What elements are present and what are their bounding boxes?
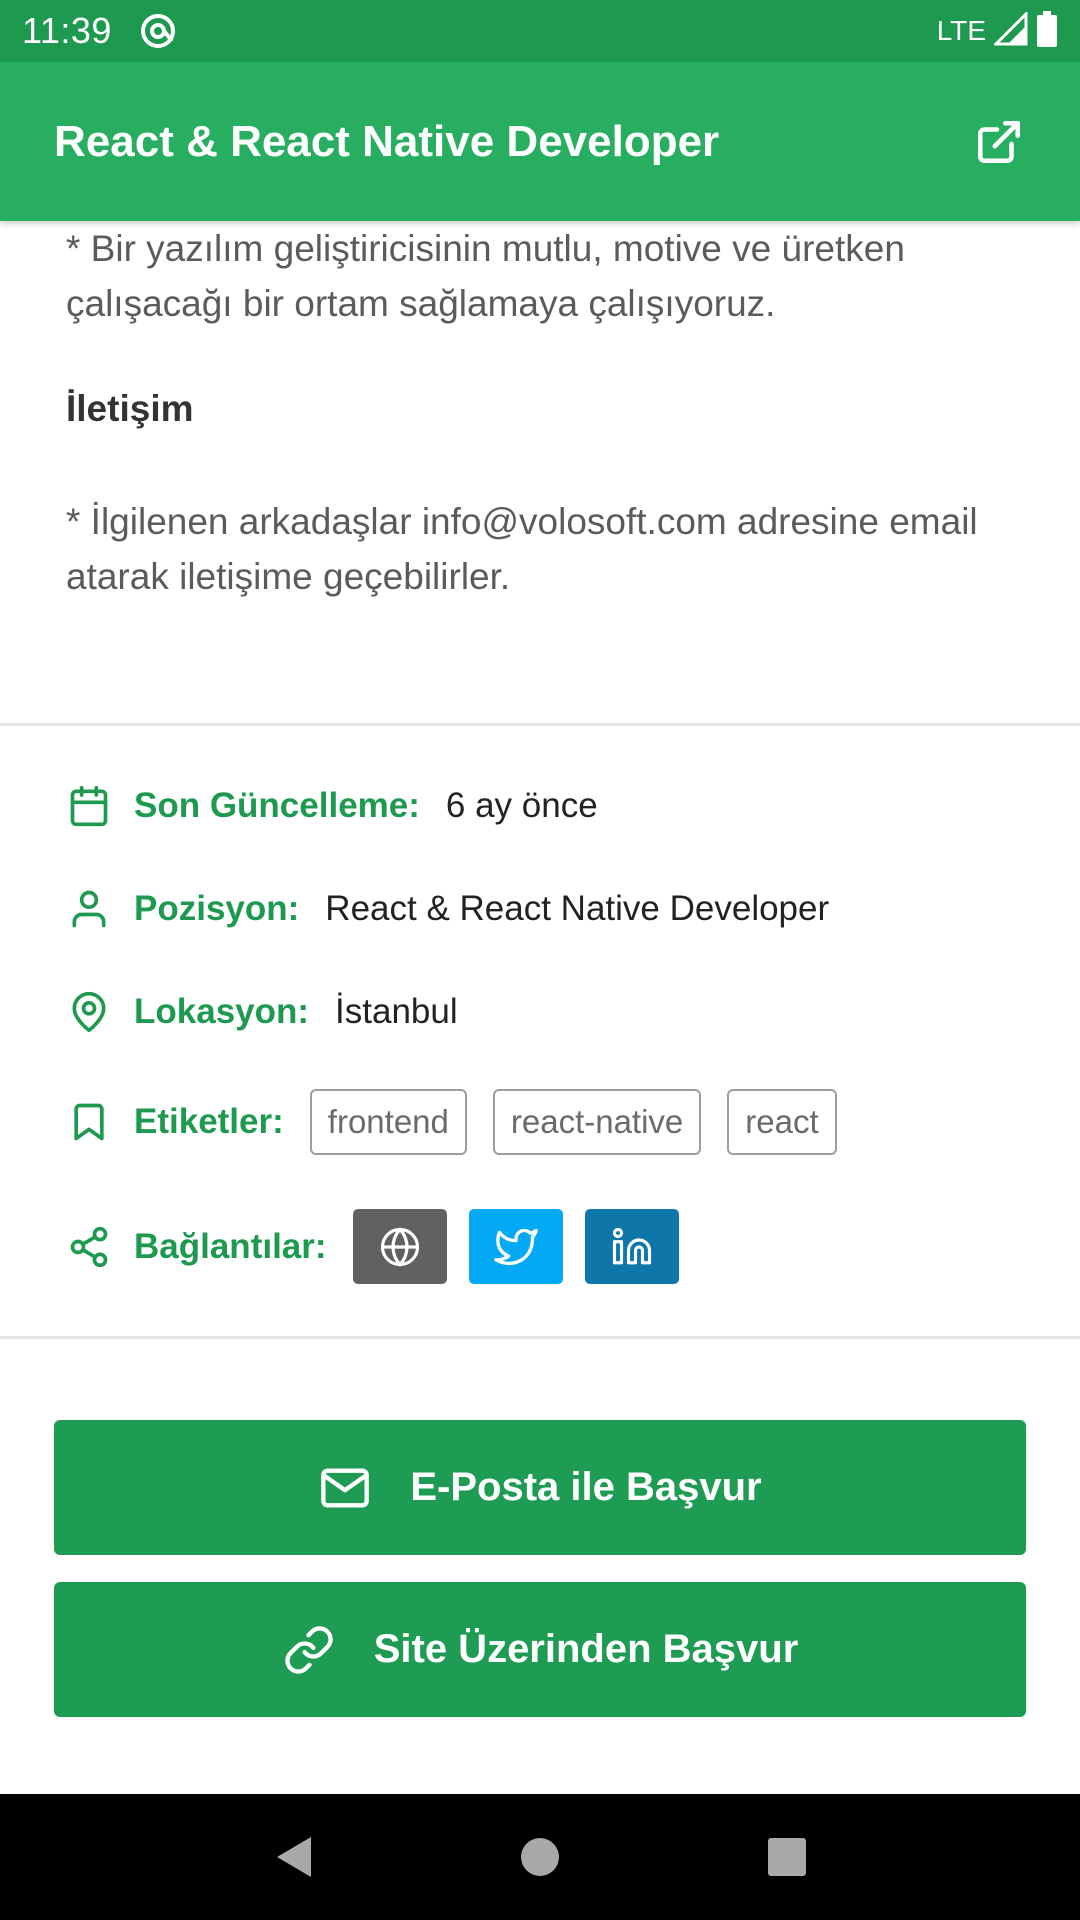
- linkedin-button[interactable]: [584, 1209, 679, 1284]
- divider: [0, 723, 1080, 726]
- website-button[interactable]: [352, 1209, 447, 1284]
- tags-label: Etiketler:: [134, 1102, 284, 1141]
- email-apply-label: E-Posta ile Başvur: [410, 1465, 762, 1509]
- updated-value: 6 ay önce: [445, 786, 598, 825]
- page-title: React & React Native Developer: [54, 116, 720, 166]
- email-apply-button[interactable]: E-Posta ile Başvur: [54, 1420, 1026, 1555]
- site-apply-button[interactable]: Site Üzerinden Başvur: [54, 1582, 1026, 1717]
- mail-icon: [318, 1461, 372, 1515]
- share-icon: [66, 1224, 112, 1270]
- tag-react[interactable]: react: [727, 1089, 837, 1155]
- section-heading: İletişim: [66, 388, 194, 429]
- description-paragraph: * Bir yazılım geliştiricisinin mutlu, mo…: [66, 228, 905, 324]
- link-icon: [282, 1623, 336, 1677]
- globe-icon: [380, 1226, 419, 1267]
- linkedin-icon: [612, 1227, 651, 1264]
- location-value: İstanbul: [335, 992, 458, 1031]
- battery-icon: [1036, 10, 1058, 52]
- info-row-updated: Son Güncelleme: 6 ay önce: [66, 780, 598, 832]
- at-sign-icon: [138, 11, 178, 51]
- info-row-position: Pozisyon: React & React Native Developer: [66, 883, 829, 935]
- twitter-button[interactable]: [468, 1209, 563, 1284]
- position-value: React & React Native Developer: [325, 889, 830, 928]
- info-row-links: Bağlantılar:: [66, 1209, 679, 1284]
- map-pin-icon: [66, 989, 112, 1035]
- home-icon[interactable]: [510, 1827, 570, 1887]
- status-time: 11:39: [22, 10, 112, 51]
- info-row-tags: Etiketler: frontend react-native react: [66, 1089, 837, 1155]
- navigation-bar: [0, 1794, 1080, 1920]
- location-label: Lokasyon:: [134, 992, 310, 1031]
- recents-icon[interactable]: [757, 1827, 817, 1887]
- screen: 11:39 LTE React & React Native Developer: [0, 0, 1080, 1920]
- status-bar: 11:39 LTE: [0, 0, 1080, 62]
- calendar-icon: [66, 783, 112, 829]
- app-bar: React & React Native Developer: [0, 62, 1080, 221]
- signal-icon: [992, 9, 1028, 51]
- site-apply-label: Site Üzerinden Başvur: [373, 1627, 799, 1671]
- back-icon[interactable]: [263, 1827, 323, 1887]
- tag-frontend[interactable]: frontend: [309, 1089, 467, 1155]
- user-icon: [66, 886, 112, 932]
- tag-react-native[interactable]: react-native: [492, 1089, 702, 1155]
- links-label: Bağlantılar:: [134, 1226, 327, 1266]
- twitter-icon: [493, 1228, 538, 1265]
- contact-paragraph: * İlgilenen arkadaşlar info@volosoft.com…: [66, 501, 978, 597]
- updated-label: Son Güncelleme:: [134, 786, 420, 825]
- network-type: LTE: [936, 15, 986, 46]
- status-indicators: LTE: [936, 9, 1058, 52]
- info-row-location: Lokasyon: İstanbul: [66, 986, 458, 1038]
- divider: [0, 1336, 1080, 1339]
- bookmark-icon: [66, 1099, 112, 1145]
- external-link-icon[interactable]: [972, 115, 1026, 169]
- position-label: Pozisyon:: [134, 889, 300, 928]
